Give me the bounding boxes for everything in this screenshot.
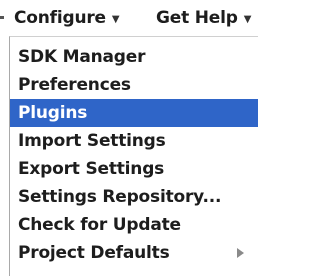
menu-item-check-for-update[interactable]: Check for Update	[10, 211, 258, 239]
menu-item-import-settings[interactable]: Import Settings	[10, 127, 258, 155]
chevron-right-icon	[237, 248, 244, 258]
chevron-down-icon: ▼	[243, 14, 252, 25]
menu-item-settings-repository[interactable]: Settings Repository...	[10, 183, 258, 211]
configure-dropdown-menu: SDK Manager Preferences Plugins Import S…	[9, 36, 258, 276]
menu-item-label: Project Defaults	[18, 243, 170, 263]
menu-item-project-defaults[interactable]: Project Defaults	[10, 239, 258, 267]
menu-item-label: Plugins	[18, 103, 88, 123]
menu-item-label: Import Settings	[18, 131, 166, 151]
get-help-menu[interactable]: Get Help ▼	[156, 4, 251, 32]
chevron-down-icon: ▼	[111, 14, 120, 25]
menu-item-label: Settings Repository...	[18, 187, 222, 207]
menu-item-preferences[interactable]: Preferences	[10, 71, 258, 99]
configure-menu-label: Configure	[14, 8, 106, 28]
menu-item-label: SDK Manager	[18, 47, 146, 67]
configure-menu[interactable]: Configure ▼	[14, 4, 120, 32]
menu-bar: Configure ▼ Get Help ▼	[0, 0, 258, 36]
get-help-menu-label: Get Help	[156, 8, 238, 28]
menu-bar-edge-mark	[0, 16, 4, 19]
menu-item-label: Check for Update	[18, 215, 181, 235]
menu-item-plugins[interactable]: Plugins	[10, 99, 258, 127]
menu-item-export-settings[interactable]: Export Settings	[10, 155, 258, 183]
menu-item-label: Preferences	[18, 75, 131, 95]
menu-item-sdk-manager[interactable]: SDK Manager	[10, 43, 258, 71]
menu-item-label: Export Settings	[18, 159, 165, 179]
